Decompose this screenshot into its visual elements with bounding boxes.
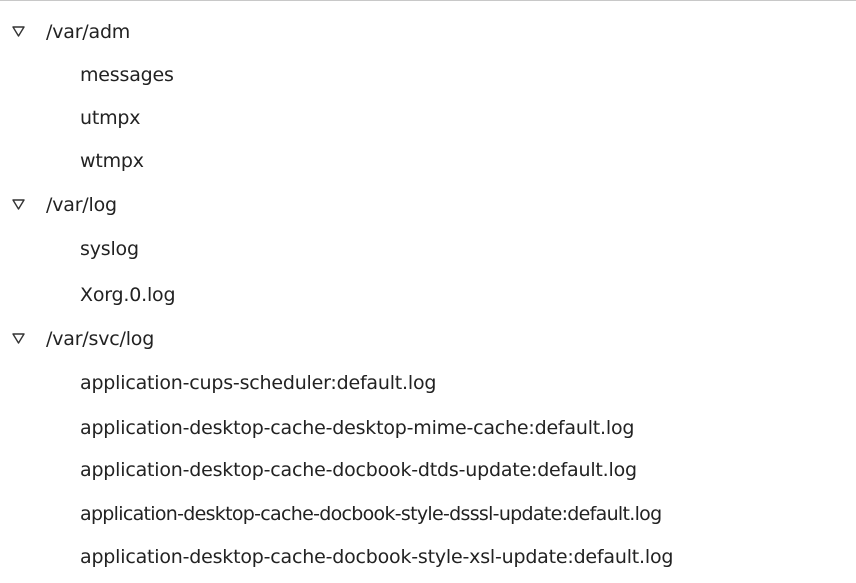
file-label: syslog	[80, 238, 139, 260]
tree-folder-var-svc-log[interactable]: /var/svc/log	[0, 318, 856, 361]
file-label: application-desktop-cache-docbook-style-…	[80, 503, 662, 525]
file-label: messages	[80, 64, 174, 86]
tree-file-row[interactable]: utmpx	[0, 97, 856, 140]
file-label: application-cups-scheduler:default.log	[80, 372, 437, 394]
folder-label: /var/svc/log	[46, 328, 155, 350]
folder-label: /var/adm	[46, 21, 131, 43]
file-tree: /var/adm messages utmpx wtmpx /var/log s…	[0, 0, 856, 583]
tree-folder-var-log[interactable]: /var/log	[0, 184, 856, 227]
tree-file-row[interactable]: messages	[0, 54, 856, 97]
expander-triangle-icon[interactable]	[12, 333, 25, 344]
folder-label: /var/log	[46, 194, 117, 216]
expander-triangle-icon[interactable]	[12, 199, 25, 210]
file-label: wtmpx	[80, 150, 144, 172]
file-label: application-desktop-cache-docbook-dtds-u…	[80, 459, 637, 481]
tree-file-row[interactable]: application-cups-scheduler:default.log	[0, 362, 856, 405]
tree-file-row[interactable]: wtmpx	[0, 140, 856, 183]
file-label: application-desktop-cache-desktop-mime-c…	[80, 417, 635, 439]
tree-file-row[interactable]: application-desktop-cache-docbook-dtds-u…	[0, 449, 856, 492]
file-label: Xorg.0.log	[80, 284, 176, 306]
file-label: utmpx	[80, 107, 141, 129]
file-label: application-desktop-cache-docbook-style-…	[80, 546, 674, 568]
tree-file-row[interactable]: Xorg.0.log	[0, 274, 856, 317]
tree-file-row[interactable]: application-desktop-cache-docbook-style-…	[0, 493, 856, 536]
expander-triangle-icon[interactable]	[12, 26, 25, 37]
tree-file-row[interactable]: application-desktop-cache-docbook-style-…	[0, 536, 856, 579]
tree-file-row[interactable]: syslog	[0, 228, 856, 271]
tree-file-row[interactable]: application-desktop-cache-desktop-mime-c…	[0, 407, 856, 450]
tree-folder-var-adm[interactable]: /var/adm	[0, 11, 856, 54]
